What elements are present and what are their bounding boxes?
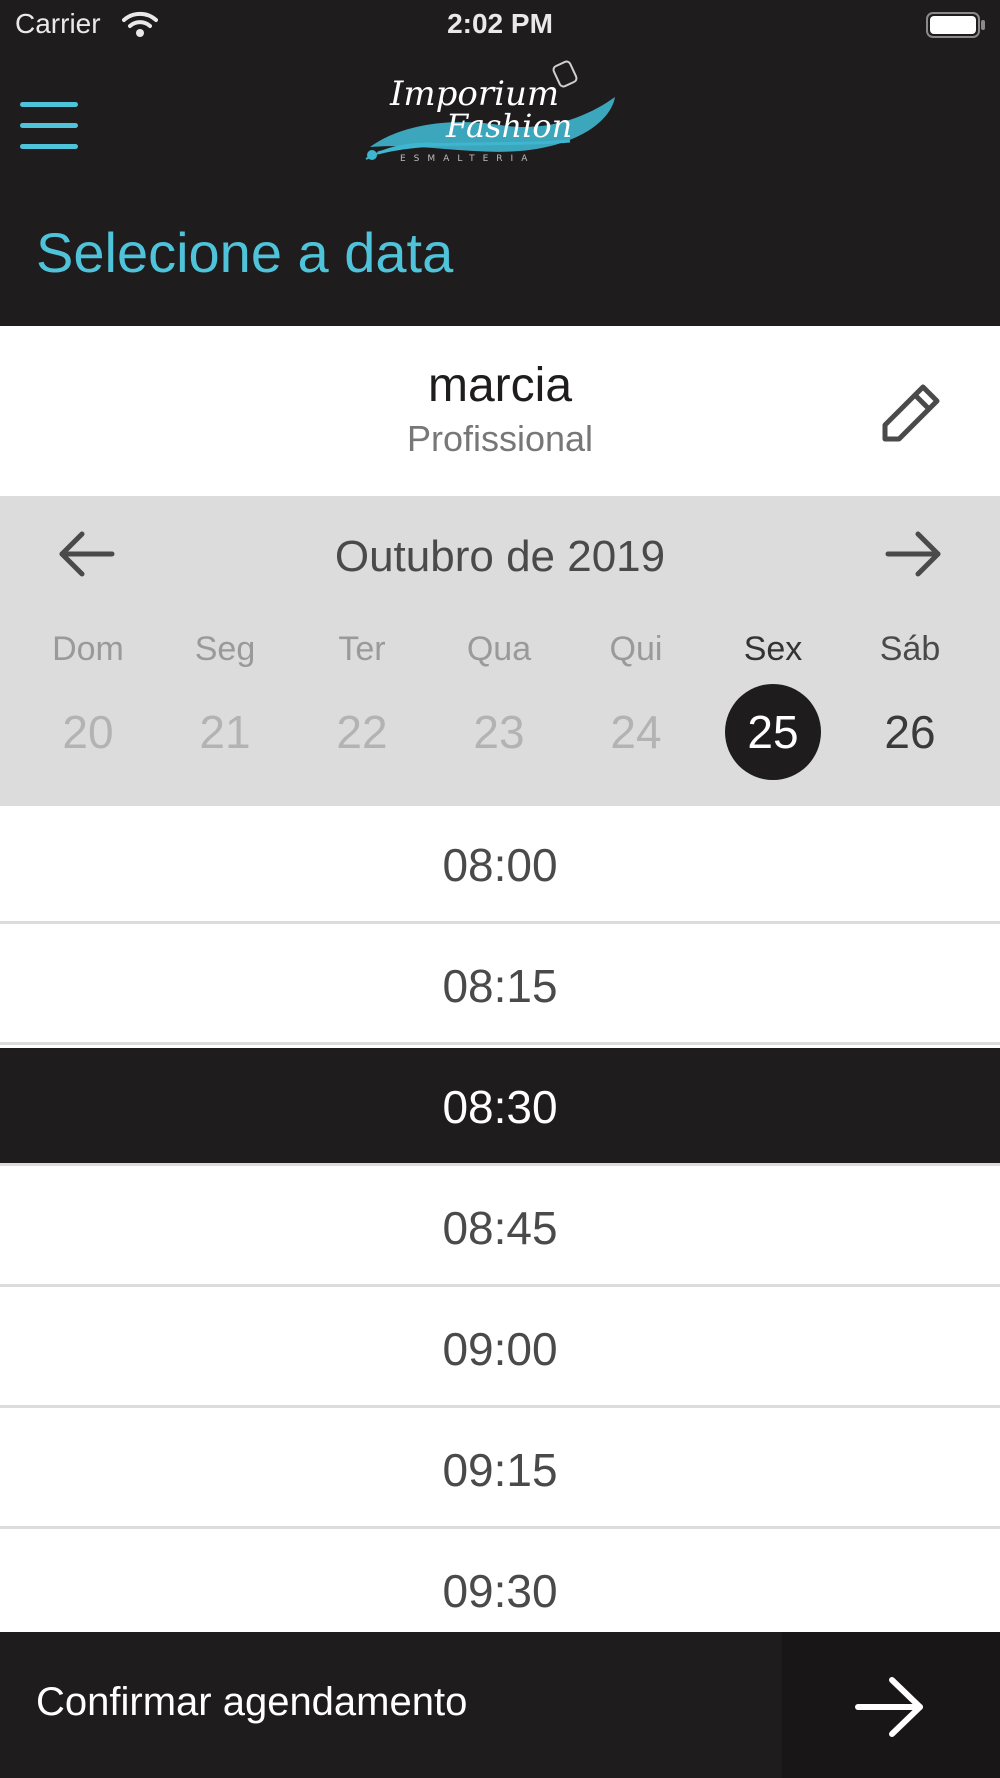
battery-icon xyxy=(926,12,985,38)
brand-logo: Imporium Fashion ESMALTERIA xyxy=(365,60,615,164)
day-cell[interactable]: Ter 22 xyxy=(294,630,430,810)
day-name: Ter xyxy=(338,630,386,668)
day-cell-selected[interactable]: Sex 25 xyxy=(705,630,841,810)
day-cell[interactable]: Dom 20 xyxy=(20,630,156,810)
time-slot[interactable]: 09:15 xyxy=(0,1411,1000,1529)
time-slot-list: 08:00 08:15 08:30 08:45 09:00 09:15 09:3… xyxy=(0,806,1000,1632)
status-time: 2:02 PM xyxy=(447,8,553,39)
day-cell[interactable]: Sáb 26 xyxy=(842,630,978,810)
day-name: Seg xyxy=(194,630,256,668)
confirm-booking-button[interactable]: Confirmar agendamento xyxy=(0,1632,1000,1778)
day-number: 22 xyxy=(336,706,388,758)
pencil-icon[interactable] xyxy=(875,379,945,449)
professional-role: Profissional xyxy=(406,418,594,459)
day-name: Qua xyxy=(466,630,532,668)
day-cell[interactable]: Seg 21 xyxy=(157,630,293,810)
day-name: Sex xyxy=(743,630,803,668)
day-number: 20 xyxy=(62,706,114,758)
page-title: Selecione a data xyxy=(36,221,454,284)
time-slot[interactable]: 08:45 xyxy=(0,1169,1000,1287)
day-name: Sáb xyxy=(879,630,941,668)
arrow-right-icon[interactable] xyxy=(852,1672,928,1742)
professional-name: marcia xyxy=(427,359,573,412)
professional-card: marcia Profissional xyxy=(0,326,1000,496)
day-number: 24 xyxy=(610,706,662,758)
logo-text-line2: Fashion xyxy=(445,107,572,145)
day-number: 23 xyxy=(473,706,525,758)
day-name: Dom xyxy=(52,630,124,668)
week-calendar: Outubro de 2019 Dom 20 Seg 21 Ter 22 Qua… xyxy=(0,496,1000,806)
time-slot-selected[interactable]: 08:30 xyxy=(0,1048,1000,1166)
app-header: Imporium Fashion ESMALTERIA Selecione a … xyxy=(0,50,1000,326)
status-bar: Carrier 2:02 PM xyxy=(0,0,1000,50)
time-slot[interactable]: 09:30 xyxy=(0,1532,1000,1632)
day-number: 26 xyxy=(884,706,936,758)
day-cell[interactable]: Qua 23 xyxy=(431,630,567,810)
week-days: Dom 20 Seg 21 Ter 22 Qua 23 Qui 24 Sex 2… xyxy=(20,630,980,810)
time-slot[interactable]: 08:15 xyxy=(0,927,1000,1045)
logo-subtitle: ESMALTERIA xyxy=(400,154,535,164)
day-number: 21 xyxy=(199,706,251,758)
arrow-right-icon[interactable] xyxy=(880,524,950,584)
day-number: 25 xyxy=(725,684,821,780)
day-cell[interactable]: Qui 24 xyxy=(568,630,704,810)
time-slot[interactable]: 09:00 xyxy=(0,1290,1000,1408)
confirm-label: Confirmar agendamento xyxy=(36,1680,468,1724)
time-slot[interactable]: 08:00 xyxy=(0,806,1000,924)
month-label: Outubro de 2019 xyxy=(334,532,666,581)
day-name: Qui xyxy=(609,630,663,668)
hamburger-menu-icon[interactable] xyxy=(16,98,82,154)
